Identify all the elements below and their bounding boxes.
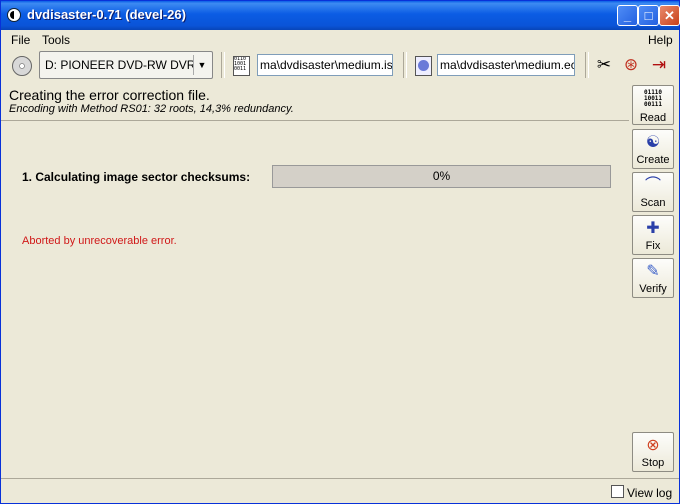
view-log-button[interactable]: View log bbox=[611, 485, 672, 500]
menu-file[interactable]: File bbox=[11, 33, 30, 47]
toolbar: D: PIONEER DVD-RW DVR-K ▼ 0110 1001 0011 m… bbox=[1, 50, 679, 82]
ecc-file-field[interactable]: ma\dvdisaster\medium.ecc bbox=[437, 54, 575, 76]
status-area: Creating the error correction file. Enco… bbox=[1, 82, 629, 121]
stop-label: Stop bbox=[641, 457, 665, 469]
read-label: Read bbox=[639, 112, 667, 124]
close-button[interactable]: ✕ bbox=[659, 5, 680, 26]
fix-label: Fix bbox=[645, 240, 661, 252]
fix-button[interactable]: ✚ Fix bbox=[632, 215, 674, 255]
ecc-file-icon[interactable] bbox=[415, 56, 432, 76]
maximize-button[interactable]: □ bbox=[638, 5, 659, 26]
scan-label: Scan bbox=[640, 197, 666, 209]
verify-label: Verify bbox=[639, 283, 667, 295]
action-sidebar: 01110 10011 00111 Read ☯ Create ⌒ Scan ✚ F… bbox=[629, 82, 679, 478]
read-binary-icon: 01110 10011 00111 bbox=[643, 89, 663, 108]
bottom-bar: View log bbox=[1, 478, 679, 504]
menu-tools[interactable]: Tools bbox=[42, 33, 70, 47]
image-file-icon[interactable]: 0110 1001 0011 bbox=[233, 56, 250, 76]
stop-icon: ⊗ bbox=[646, 437, 660, 454]
progress-text: 0% bbox=[432, 169, 451, 183]
view-log-label: View log bbox=[627, 486, 673, 500]
window-title: dvdisaster-0.71 (devel-26) bbox=[27, 7, 186, 22]
create-button[interactable]: ☯ Create bbox=[632, 129, 674, 169]
verify-check-icon: ✎ bbox=[646, 263, 660, 280]
quit-icon[interactable]: ⇥ bbox=[648, 54, 670, 76]
log-icon bbox=[611, 485, 624, 498]
drive-select-value: D: PIONEER DVD-RW DVR-K bbox=[45, 58, 193, 72]
app-window: dvdisaster-0.71 (devel-26) _ □ ✕ File To… bbox=[0, 0, 680, 504]
main-content: 1. Calculating image sector checksums: 0… bbox=[1, 123, 629, 478]
verify-button[interactable]: ✎ Verify bbox=[632, 258, 674, 298]
menu-help[interactable]: Help bbox=[648, 33, 673, 47]
help-lifebuoy-icon[interactable]: ⊛ bbox=[620, 54, 642, 76]
title-bar[interactable]: dvdisaster-0.71 (devel-26) _ □ ✕ bbox=[1, 1, 680, 30]
menu-bar: File Tools Help bbox=[1, 30, 679, 50]
read-button[interactable]: 01110 10011 00111 Read bbox=[632, 85, 674, 125]
puzzle-icon: ✚ bbox=[646, 220, 660, 237]
error-message: Aborted by unrecoverable error. bbox=[22, 235, 177, 247]
toolbar-separator bbox=[585, 52, 589, 78]
chevron-down-icon[interactable]: ▼ bbox=[193, 55, 210, 75]
preferences-icon[interactable]: ✂ bbox=[593, 54, 615, 76]
scan-curve-icon: ⌒ bbox=[644, 177, 661, 194]
minimize-button[interactable]: _ bbox=[617, 5, 638, 26]
drive-select[interactable]: D: PIONEER DVD-RW DVR-K ▼ bbox=[39, 51, 213, 79]
drive-icon bbox=[12, 56, 32, 76]
status-heading: Creating the error correction file. bbox=[9, 87, 210, 103]
app-icon bbox=[7, 8, 21, 22]
stop-button[interactable]: ⊗ Stop bbox=[632, 432, 674, 472]
image-file-field[interactable]: ma\dvdisaster\medium.iso bbox=[257, 54, 393, 76]
create-label: Create bbox=[636, 154, 670, 166]
progress-bar: 0% bbox=[272, 165, 611, 188]
scan-button[interactable]: ⌒ Scan bbox=[632, 172, 674, 212]
toolbar-separator bbox=[221, 52, 225, 78]
yin-yang-icon: ☯ bbox=[645, 134, 661, 151]
toolbar-separator bbox=[403, 52, 407, 78]
task-label: 1. Calculating image sector checksums: bbox=[22, 170, 251, 184]
status-detail: Encoding with Method RS01: 32 roots, 14,… bbox=[9, 103, 294, 115]
